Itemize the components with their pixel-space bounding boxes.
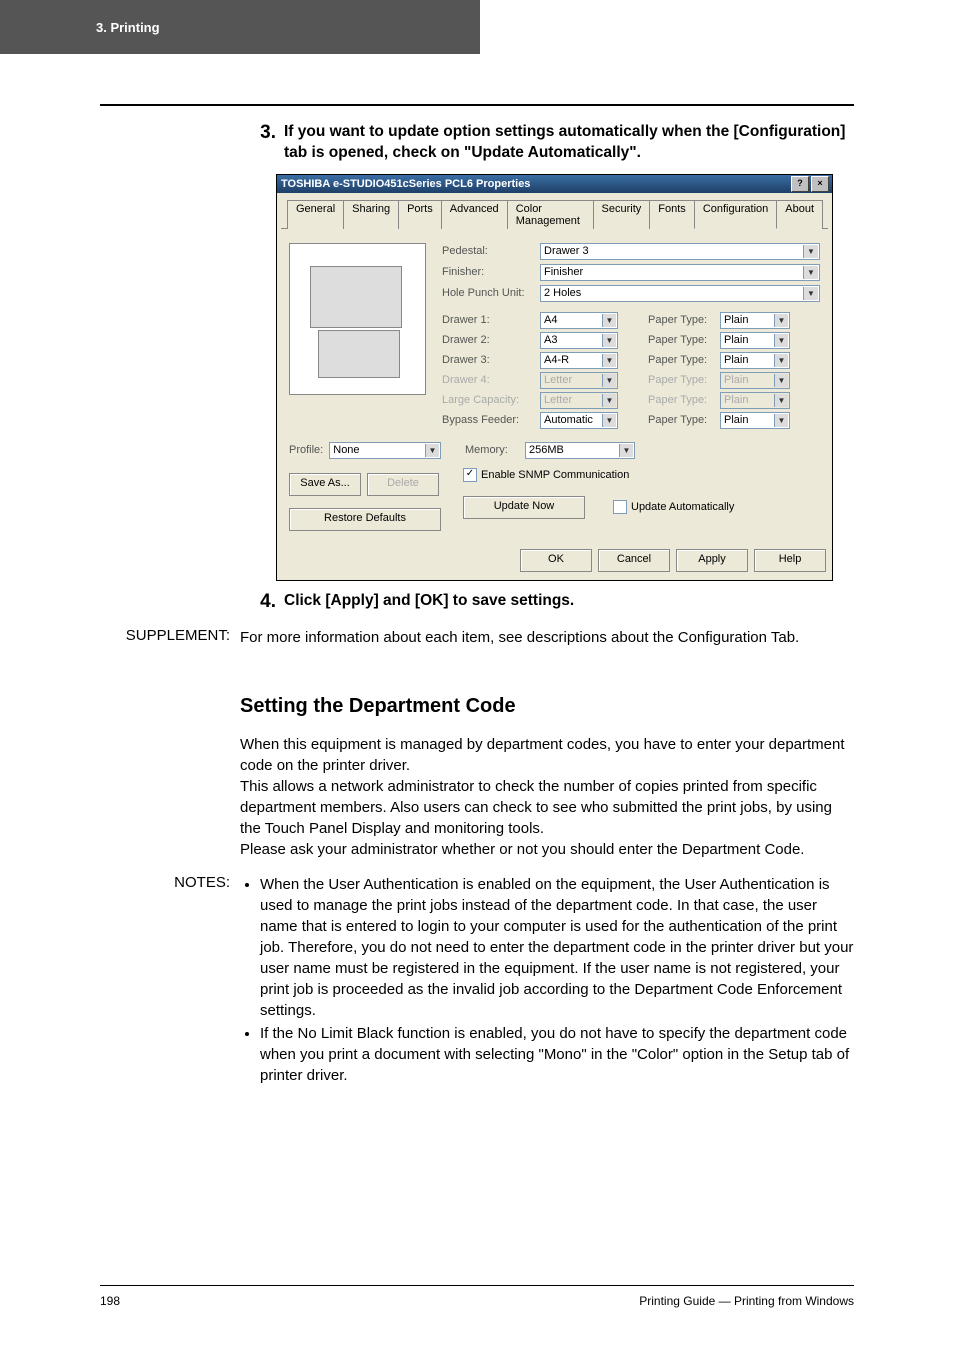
apply-button[interactable]: Apply bbox=[676, 549, 748, 572]
enable-snmp-checkbox[interactable]: ✓ Enable SNMP Communication bbox=[463, 468, 629, 482]
paper-type-combo[interactable]: Plain bbox=[720, 412, 790, 429]
update-auto-label: Update Automatically bbox=[631, 501, 734, 513]
tab-fonts[interactable]: Fonts bbox=[649, 200, 695, 229]
drawer-size-combo: Letter bbox=[540, 372, 618, 389]
paper-type-label: Paper Type: bbox=[648, 354, 720, 366]
cancel-button[interactable]: Cancel bbox=[598, 549, 670, 572]
supplement-text: For more information about each item, se… bbox=[240, 627, 854, 648]
footer-right: Printing Guide — Printing from Windows bbox=[639, 1294, 854, 1308]
checkbox-icon bbox=[613, 500, 627, 514]
tab-sharing[interactable]: Sharing bbox=[343, 200, 399, 229]
paper-type-combo[interactable]: Plain bbox=[720, 352, 790, 369]
dialog-titlebar: TOSHIBA e-STUDIO451cSeries PCL6 Properti… bbox=[277, 175, 832, 193]
paper-type-combo: Plain bbox=[720, 372, 790, 389]
tab-configuration[interactable]: Configuration bbox=[694, 200, 777, 229]
delete-button[interactable]: Delete bbox=[367, 473, 439, 496]
paper-type-combo[interactable]: Plain bbox=[720, 332, 790, 349]
field-label: Finisher: bbox=[442, 266, 540, 278]
profile-combo[interactable]: None bbox=[329, 442, 441, 459]
tab-advanced[interactable]: Advanced bbox=[441, 200, 508, 229]
drawer-size-combo: Letter bbox=[540, 392, 618, 409]
paper-type-label: Paper Type: bbox=[648, 394, 720, 406]
drawer-label: Large Capacity: bbox=[442, 394, 540, 406]
page-number: 198 bbox=[100, 1294, 120, 1308]
drawer-size-combo[interactable]: A4 bbox=[540, 312, 618, 329]
tab-ports[interactable]: Ports bbox=[398, 200, 442, 229]
tab-strip: GeneralSharingPortsAdvancedColor Managem… bbox=[281, 193, 828, 229]
drawer-size-combo[interactable]: Automatic bbox=[540, 412, 618, 429]
drawer-label: Drawer 1: bbox=[442, 314, 540, 326]
dialog-title: TOSHIBA e-STUDIO451cSeries PCL6 Properti… bbox=[281, 178, 530, 190]
notes-label: NOTES: bbox=[100, 874, 240, 1088]
ok-button[interactable]: OK bbox=[520, 549, 592, 572]
notes-item: When the User Authentication is enabled … bbox=[260, 874, 854, 1021]
close-icon[interactable]: × bbox=[811, 176, 829, 192]
tab-about[interactable]: About bbox=[776, 200, 823, 229]
profile-label: Profile: bbox=[289, 444, 323, 456]
notes-list: When the User Authentication is enabled … bbox=[240, 874, 854, 1086]
paper-type-label: Paper Type: bbox=[648, 314, 720, 326]
step-text-3: If you want to update option settings au… bbox=[284, 122, 854, 164]
field-combo[interactable]: Drawer 3 bbox=[540, 243, 820, 260]
properties-dialog: TOSHIBA e-STUDIO451cSeries PCL6 Properti… bbox=[276, 174, 833, 581]
checkbox-icon: ✓ bbox=[463, 468, 477, 482]
enable-snmp-label: Enable SNMP Communication bbox=[481, 469, 629, 481]
notes-item: If the No Limit Black function is enable… bbox=[260, 1023, 854, 1086]
page-footer: 198 Printing Guide — Printing from Windo… bbox=[100, 1285, 854, 1308]
gutter bbox=[100, 662, 240, 860]
drawer-label: Drawer 3: bbox=[442, 354, 540, 366]
rule-top bbox=[100, 104, 854, 106]
paper-type-label: Paper Type: bbox=[648, 374, 720, 386]
device-preview bbox=[289, 243, 426, 395]
memory-label: Memory: bbox=[465, 444, 525, 456]
field-label: Hole Punch Unit: bbox=[442, 287, 540, 299]
step-text-4: Click [Apply] and [OK] to save settings. bbox=[284, 591, 854, 613]
section-paragraph: When this equipment is managed by depart… bbox=[240, 734, 854, 860]
field-label: Pedestal: bbox=[442, 245, 540, 257]
tab-color-management[interactable]: Color Management bbox=[507, 200, 594, 229]
update-auto-checkbox[interactable]: Update Automatically bbox=[613, 500, 734, 514]
paper-type-label: Paper Type: bbox=[648, 414, 720, 426]
drawer-label: Drawer 4: bbox=[442, 374, 540, 386]
drawer-label: Bypass Feeder: bbox=[442, 414, 540, 426]
gutter bbox=[100, 122, 240, 164]
update-now-button[interactable]: Update Now bbox=[463, 496, 585, 519]
paper-type-label: Paper Type: bbox=[648, 334, 720, 346]
dialog-help-button[interactable]: Help bbox=[754, 549, 826, 572]
tab-security[interactable]: Security bbox=[593, 200, 651, 229]
step-number-4: 4. bbox=[240, 591, 284, 613]
drawer-label: Drawer 2: bbox=[442, 334, 540, 346]
chapter-title: 3. Printing bbox=[96, 20, 160, 35]
section-heading: Setting the Department Code bbox=[240, 692, 854, 720]
save-as-button[interactable]: Save As... bbox=[289, 473, 361, 496]
field-combo[interactable]: 2 Holes bbox=[540, 285, 820, 302]
help-icon[interactable]: ? bbox=[791, 176, 809, 192]
chapter-band: 3. Printing bbox=[0, 0, 480, 54]
restore-defaults-button[interactable]: Restore Defaults bbox=[289, 508, 441, 531]
field-combo[interactable]: Finisher bbox=[540, 264, 820, 281]
memory-combo[interactable]: 256MB bbox=[525, 442, 635, 459]
tab-general[interactable]: General bbox=[287, 200, 344, 229]
paper-type-combo[interactable]: Plain bbox=[720, 312, 790, 329]
step-number-3: 3. bbox=[240, 122, 284, 164]
drawer-size-combo[interactable]: A3 bbox=[540, 332, 618, 349]
drawer-size-combo[interactable]: A4-R bbox=[540, 352, 618, 369]
paper-type-combo: Plain bbox=[720, 392, 790, 409]
supplement-label: SUPPLEMENT: bbox=[100, 627, 240, 648]
gutter bbox=[100, 591, 240, 613]
